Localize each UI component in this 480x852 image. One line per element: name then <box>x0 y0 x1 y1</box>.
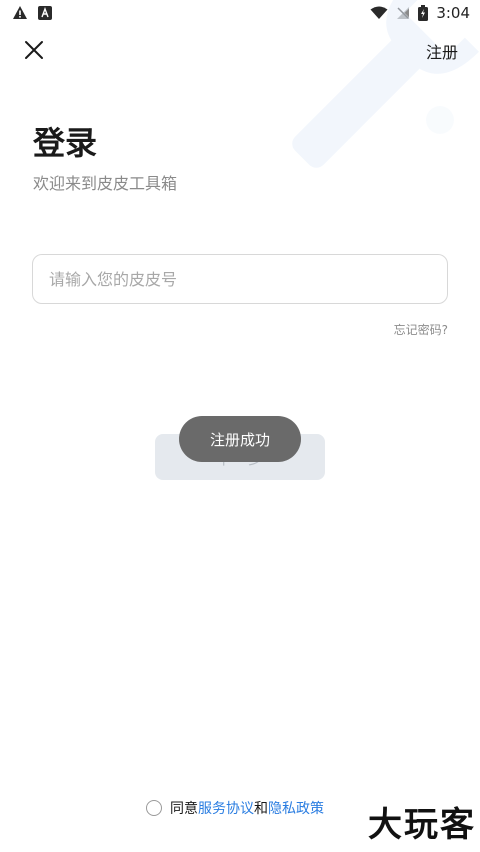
account-input[interactable] <box>33 255 447 303</box>
status-left-icons <box>12 5 52 20</box>
forgot-password-link[interactable]: 忘记密码? <box>394 321 448 338</box>
privacy-policy-link[interactable]: 隐私政策 <box>268 798 324 818</box>
top-bar: 注册 <box>0 30 480 70</box>
agree-conjunction: 和 <box>254 801 268 817</box>
page-title: 登录 <box>33 124 98 162</box>
agreement-row: 同意 服务协议 和 隐私政策 <box>146 798 324 818</box>
register-link[interactable]: 注册 <box>426 39 458 63</box>
agree-checkbox[interactable] <box>146 800 162 816</box>
warning-icon <box>13 6 27 19</box>
watermark-logo: 大玩客 <box>368 805 476 845</box>
text-a-icon <box>38 5 52 20</box>
page-subtitle: 欢迎来到皮皮工具箱 <box>33 174 178 193</box>
account-input-wrapper <box>32 254 448 304</box>
agree-prefix: 同意 <box>170 801 198 817</box>
close-icon[interactable] <box>22 38 46 62</box>
toast-message: 注册成功 <box>179 416 301 462</box>
service-agreement-link[interactable]: 服务协议 <box>198 798 254 818</box>
wrench-watermark-icon <box>292 0 479 168</box>
